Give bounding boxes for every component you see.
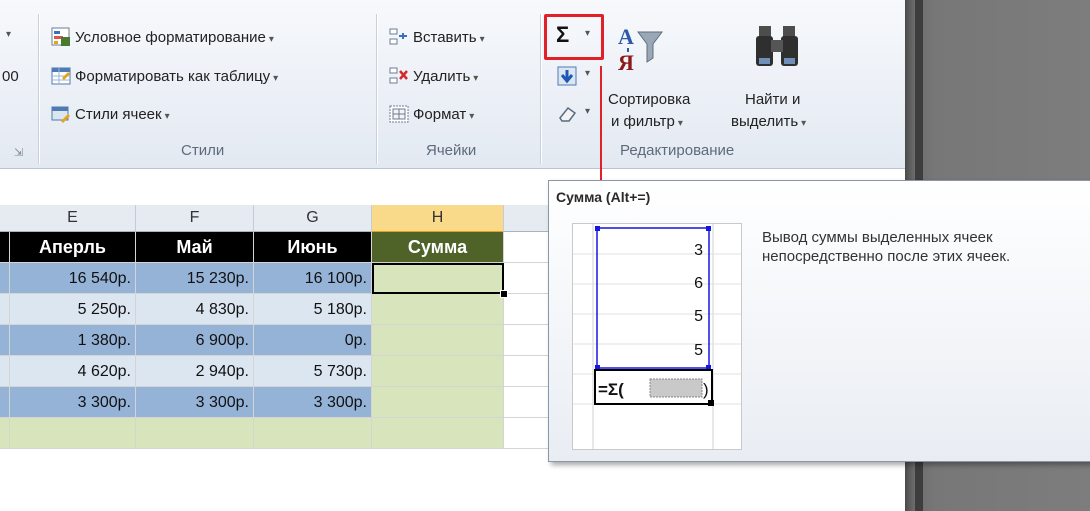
binoculars-icon (756, 26, 798, 66)
data-cell[interactable]: 3 300р. (254, 387, 372, 418)
sum-cell[interactable] (372, 294, 504, 325)
chevron-down-icon: ▾ (164, 111, 170, 122)
example-value: 5 (694, 308, 703, 325)
chevron-down-icon: ▾ (585, 68, 591, 79)
callout-line (600, 66, 602, 196)
header-cell[interactable]: Аперль (10, 232, 136, 263)
data-cell[interactable]: 4 830р. (136, 294, 254, 325)
autosum-tooltip: Сумма (Alt+=) 3 6 5 5 =Σ( ) Вывод суммы … (548, 180, 1090, 462)
data-cell[interactable]: 5 180р. (254, 294, 372, 325)
insert-cells-icon (389, 28, 407, 45)
format-as-table-label: Форматировать как таблицу (75, 68, 271, 85)
cells-group-label: Ячейки (426, 142, 477, 159)
example-value: 6 (694, 275, 703, 292)
title-cell-partial[interactable] (0, 232, 10, 263)
header-cell[interactable]: Июнь (254, 232, 372, 263)
svg-text:): ) (703, 380, 709, 399)
format-label: Формат (413, 106, 467, 123)
fill-handle[interactable] (500, 290, 508, 298)
data-cell[interactable]: 5 730р. (254, 356, 372, 387)
tooltip-title: Сумма (Alt+=) (556, 189, 651, 205)
example-formula: =Σ( (598, 380, 624, 399)
data-cell[interactable]: 16 540р. (10, 263, 136, 294)
sum-cell[interactable] (372, 387, 504, 418)
svg-text:Я: Я (618, 50, 634, 75)
empty-cell[interactable] (136, 418, 254, 449)
data-cell[interactable]: 3 300р. (136, 387, 254, 418)
chevron-down-icon: ▾ (585, 106, 591, 117)
format-cells-icon (389, 105, 409, 123)
empty-cell[interactable] (372, 418, 504, 449)
chevron-down-icon: ▾ (268, 34, 274, 45)
column-header-h[interactable]: H (372, 205, 504, 233)
data-cell-partial[interactable] (0, 294, 10, 325)
fill-down-icon (557, 66, 577, 86)
empty-cell[interactable] (254, 418, 372, 449)
header-cell[interactable]: Сумма (372, 232, 504, 263)
conditional-formatting-label: Условное форматирование (75, 29, 266, 46)
example-value: 5 (694, 342, 703, 359)
delete-label: Удалить (413, 68, 471, 85)
data-cell[interactable]: 0р. (254, 325, 372, 356)
ribbon: ▾ 00 ⇲ Условное форматирование ▾ Форматир… (0, 0, 905, 169)
conditional-formatting-icon (51, 27, 70, 46)
autosum-example-illustration: 3 6 5 5 =Σ( ) (573, 224, 741, 449)
data-cell[interactable]: 3 300р. (10, 387, 136, 418)
separator (540, 14, 541, 164)
sort-filter-icon: А Я (618, 24, 663, 75)
column-header-f[interactable]: F (136, 205, 254, 232)
left-cut-text: 00 (2, 68, 19, 85)
data-cell-partial[interactable] (0, 325, 10, 356)
sort-filter-label-line2: и фильтр (611, 113, 675, 130)
tooltip-description: Вывод суммы выделенных ячеек непосредств… (762, 228, 1010, 266)
styles-group-label: Стили (181, 142, 225, 159)
empty-cell[interactable] (0, 418, 10, 449)
format-as-table-icon (51, 67, 71, 85)
data-cell[interactable]: 5 250р. (10, 294, 136, 325)
svg-text:А: А (618, 24, 634, 49)
cell-styles-label: Стили ячеек (75, 106, 162, 123)
data-cell[interactable]: 1 380р. (10, 325, 136, 356)
eraser-icon (559, 106, 577, 122)
data-cell[interactable]: 6 900р. (136, 325, 254, 356)
data-cell[interactable]: 2 940р. (136, 356, 254, 387)
left-cut-dropdown-icon[interactable]: ▾ (6, 29, 11, 40)
separator (38, 14, 39, 164)
chevron-down-icon: ▾ (469, 111, 475, 122)
find-select-label-line1: Найти и (745, 91, 801, 108)
data-cell-partial[interactable] (0, 356, 10, 387)
empty-cell[interactable] (10, 418, 136, 449)
sort-filter-label-line1: Сортировка (608, 91, 691, 108)
autosum-highlight-box (544, 14, 604, 60)
dialog-launcher-icon[interactable]: ⇲ (14, 146, 23, 159)
header-cell[interactable]: Май (136, 232, 254, 263)
active-sum-cell[interactable] (372, 263, 504, 294)
editing-group-label: Редактирование (620, 142, 735, 159)
tooltip-description-line2: непосредственно после этих ячеек. (762, 248, 1011, 265)
chevron-down-icon: ▾ (479, 34, 485, 45)
column-header-e[interactable]: E (10, 205, 136, 232)
tooltip-description-line1: Вывод суммы выделенных ячеек (762, 229, 993, 246)
insert-label: Вставить (413, 29, 477, 46)
data-cell[interactable]: 4 620р. (10, 356, 136, 387)
data-cell-partial[interactable] (0, 263, 10, 294)
chevron-down-icon: ▾ (273, 73, 279, 84)
chevron-down-icon: ▾ (677, 118, 683, 129)
sum-cell[interactable] (372, 325, 504, 356)
find-select-label-line2: выделить (731, 113, 799, 130)
chevron-down-icon: ▾ (801, 118, 807, 129)
chevron-down-icon: ▾ (473, 73, 479, 84)
sum-cell[interactable] (372, 356, 504, 387)
column-header-g[interactable]: G (254, 205, 372, 232)
cell-styles-icon (51, 106, 70, 123)
delete-cells-icon (389, 67, 408, 84)
data-cell[interactable]: 15 230р. (136, 263, 254, 294)
data-cell-partial[interactable] (0, 387, 10, 418)
example-value: 3 (694, 242, 703, 259)
data-cell[interactable]: 16 100р. (254, 263, 372, 294)
autosum-example-image: 3 6 5 5 =Σ( ) (572, 223, 742, 450)
separator (376, 14, 377, 164)
